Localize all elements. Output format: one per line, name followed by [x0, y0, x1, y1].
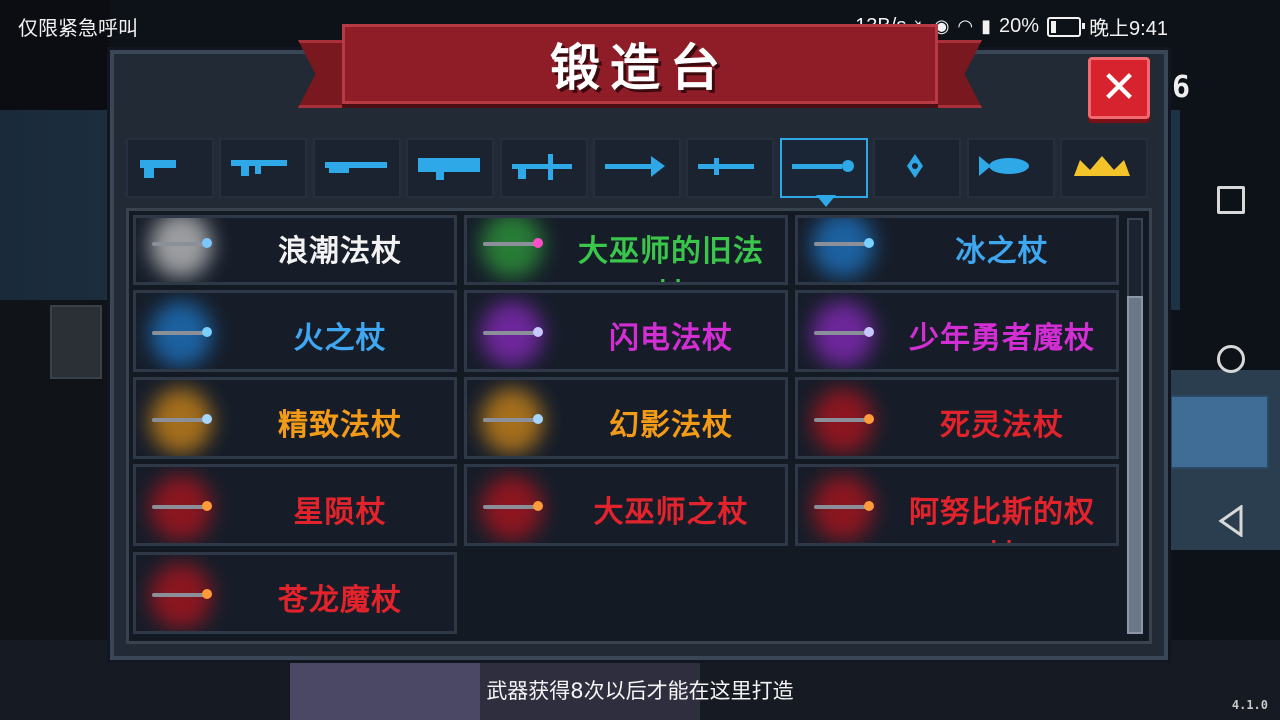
weapon-category-tabs: [126, 138, 1154, 200]
weapon-name: 大巫师之杖: [593, 495, 749, 530]
weapon-item[interactable]: 苍龙魔杖: [133, 552, 457, 634]
rocket-launcher-icon: [418, 158, 480, 180]
weapon-name: 苍龙魔杖: [278, 583, 402, 618]
tab-crossbow[interactable]: [500, 138, 588, 198]
battery-icon: [1047, 16, 1086, 37]
weapon-name: 精致法杖: [278, 408, 402, 443]
weapon-name: 幻影法杖: [609, 408, 733, 443]
shotgun-icon: [325, 162, 387, 173]
staff-icon: [792, 160, 854, 172]
tab-pistol[interactable]: [126, 138, 214, 198]
close-button[interactable]: ✕: [1088, 57, 1150, 119]
tab-sword[interactable]: [686, 138, 774, 198]
staff-icon: [152, 505, 208, 509]
weapon-item[interactable]: 火之杖: [133, 290, 457, 372]
staff-icon: [152, 331, 208, 335]
weapon-item[interactable]: 阿努比斯的权杖: [795, 464, 1119, 546]
staff-icon: [483, 242, 539, 246]
staff-gem-icon: [533, 501, 543, 511]
square-icon: [1217, 186, 1245, 214]
panel-title: 锻造台: [550, 39, 730, 97]
wifi-icon: ◠: [957, 16, 974, 36]
shuriken-icon: [907, 154, 923, 178]
weapon-name: 阿努比斯的权杖: [909, 495, 1095, 543]
weapon-name: 闪电法杖: [609, 321, 733, 356]
staff-gem-icon: [864, 238, 874, 248]
staff-icon: [483, 505, 539, 509]
weapon-item[interactable]: 少年勇者魔杖: [795, 290, 1119, 372]
sword-icon: [698, 158, 754, 175]
battery-percent: 20%: [999, 15, 1040, 37]
weapon-item[interactable]: 幻影法杖: [464, 377, 788, 459]
weapon-name: 浪潮法杖: [278, 234, 402, 269]
staff-gem-icon: [202, 589, 212, 599]
staff-gem-icon: [533, 327, 543, 337]
clock: 晚上9:41: [1089, 18, 1168, 40]
weapon-name: 大巫师的旧法杖: [578, 234, 764, 282]
tab-shuriken[interactable]: [873, 138, 961, 198]
back-button[interactable]: [1217, 504, 1245, 538]
tab-shotgun[interactable]: [313, 138, 401, 198]
staff-icon: [814, 505, 870, 509]
weapon-name: 死灵法杖: [940, 408, 1064, 443]
pistol-icon: [140, 160, 176, 178]
staff-icon: [483, 418, 539, 422]
staff-icon: [483, 331, 539, 335]
staff-gem-icon: [202, 414, 212, 424]
staff-gem-icon: [202, 238, 212, 248]
weapon-item[interactable]: 精致法杖: [133, 377, 457, 459]
recent-apps-button[interactable]: [1217, 186, 1245, 214]
weapon-item[interactable]: 冰之杖: [795, 215, 1119, 285]
tab-fish[interactable]: [967, 138, 1055, 198]
tab-crown[interactable]: [1060, 138, 1148, 198]
circle-icon: [1217, 345, 1245, 373]
forge-hint-text: 武器获得8次以后才能在这里打造: [486, 679, 794, 703]
side-count: 6: [1172, 70, 1191, 105]
weapon-item[interactable]: 星陨杖: [133, 464, 457, 546]
staff-gem-icon: [864, 501, 874, 511]
weapon-item[interactable]: 大巫师之杖: [464, 464, 788, 546]
scrollbar-thumb[interactable]: [1127, 296, 1143, 634]
tab-bow[interactable]: [593, 138, 681, 198]
background-door: [50, 305, 102, 379]
tab-staff[interactable]: [780, 138, 868, 198]
staff-gem-icon: [864, 327, 874, 337]
staff-icon: [814, 418, 870, 422]
staff-icon: [152, 242, 208, 246]
staff-icon: [814, 242, 870, 246]
signal-icon: ▮: [981, 16, 992, 36]
weapon-name: 少年勇者魔杖: [909, 321, 1095, 356]
weapon-name: 火之杖: [293, 321, 387, 356]
staff-icon: [814, 331, 870, 335]
tab-rocket-launcher[interactable]: [406, 138, 494, 198]
close-icon: ✕: [1100, 62, 1138, 113]
weapon-item[interactable]: 大巫师的旧法杖: [464, 215, 788, 285]
weapon-item[interactable]: 浪潮法杖: [133, 215, 457, 285]
weapon-item[interactable]: 死灵法杖: [795, 377, 1119, 459]
triangle-back-icon: [1218, 504, 1243, 538]
staff-gem-icon: [533, 414, 543, 424]
weapon-name: 星陨杖: [293, 495, 387, 530]
staff-icon: [152, 418, 208, 422]
title-ribbon: 锻造台: [342, 24, 938, 104]
android-nav-bar: [1180, 0, 1280, 720]
fish-icon: [979, 156, 1029, 176]
crown-icon: [1074, 156, 1130, 176]
crossbow-icon: [512, 154, 572, 180]
emergency-calls-text: 仅限紧急呼叫: [18, 18, 138, 40]
bow-icon: [605, 156, 665, 177]
staff-gem-icon: [202, 501, 212, 511]
home-button[interactable]: [1217, 345, 1245, 373]
weapon-name: 冰之杖: [955, 234, 1049, 269]
staff-gem-icon: [202, 327, 212, 337]
version-label: 4.1.0: [1231, 698, 1268, 712]
staff-icon: [152, 593, 208, 597]
weapon-item[interactable]: 闪电法杖: [464, 290, 788, 372]
tab-assault-rifle[interactable]: [219, 138, 307, 198]
active-tab-pointer: [816, 195, 836, 207]
assault-rifle-icon: [231, 160, 287, 176]
staff-gem-icon: [533, 238, 543, 248]
staff-gem-icon: [864, 414, 874, 424]
